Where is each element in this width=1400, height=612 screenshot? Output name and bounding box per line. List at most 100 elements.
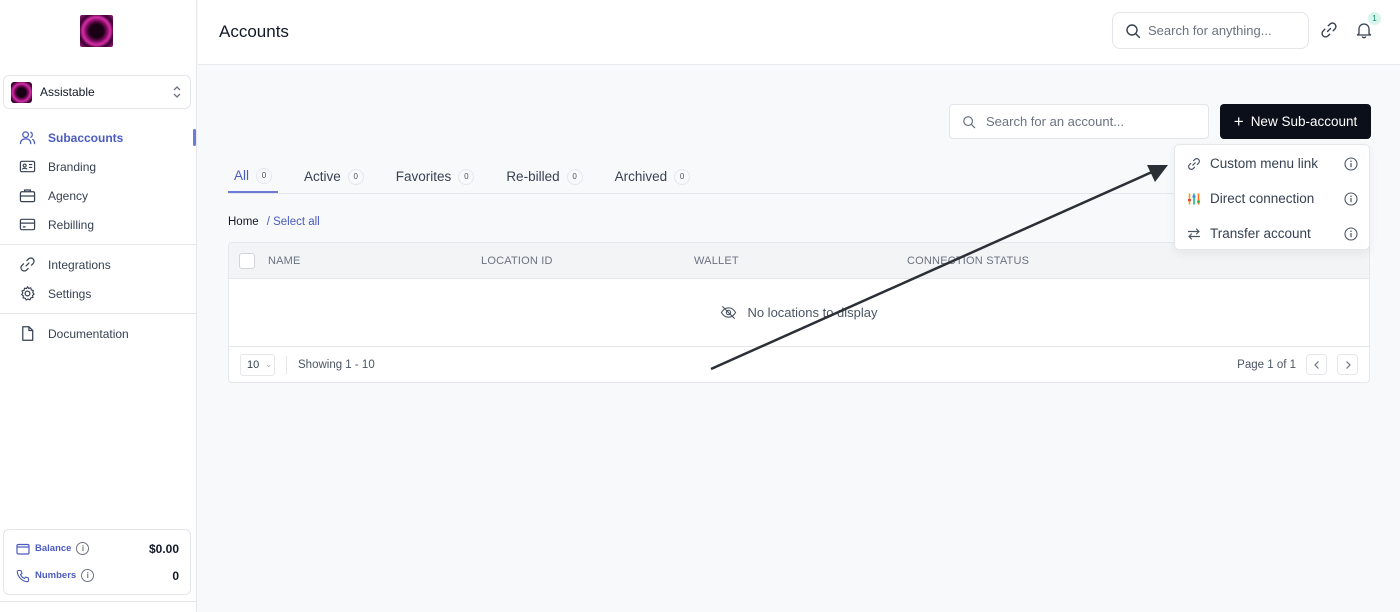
breadcrumb: Home / Select all <box>228 216 320 228</box>
wallet-icon <box>16 543 30 555</box>
select-all-checkbox[interactable] <box>239 252 255 269</box>
tab-count-badge: 0 <box>566 168 583 185</box>
empty-state-text: No locations to display <box>747 305 878 320</box>
menu-item-label: Direct connection <box>1210 191 1315 206</box>
workspace-name: Assistable <box>40 85 95 99</box>
sidebar-item-branding[interactable]: Branding <box>0 152 197 181</box>
numbers-row: Numbers i 0 <box>4 562 190 589</box>
sidebar-item-label: Subaccounts <box>48 130 124 145</box>
phone-icon <box>16 569 30 582</box>
info-icon[interactable] <box>1344 226 1358 241</box>
tab-re-billed[interactable]: Re-billed 0 <box>500 160 588 193</box>
tab-label: Archived <box>614 169 668 184</box>
sidebar-item-label: Settings <box>48 286 92 301</box>
link-icon <box>1188 157 1200 170</box>
gear-icon <box>21 286 35 301</box>
eye-off-icon <box>721 305 737 320</box>
credit-card-icon <box>19 218 36 231</box>
balance-label: Balance <box>35 543 72 554</box>
chevron-right-icon <box>1345 360 1351 369</box>
transfer-arrows-icon <box>1187 227 1201 240</box>
tab-archived[interactable]: Archived 0 <box>609 160 697 193</box>
menu-item-direct-connection[interactable]: Direct connection <box>1175 181 1369 216</box>
link-icon[interactable] <box>1320 21 1338 39</box>
tab-count-badge: 0 <box>674 168 691 185</box>
balance-value: $0.00 <box>148 541 179 556</box>
sidebar-item-agency[interactable]: Agency <box>0 181 197 210</box>
column-header-connection-status[interactable]: CONNECTION STATUS <box>907 255 1029 267</box>
next-page-button[interactable] <box>1337 354 1358 375</box>
link-icon <box>20 257 35 272</box>
tab-count-badge: 0 <box>256 167 273 184</box>
sidebar-nav-main: Subaccounts Branding Agency Rebilling In… <box>0 123 197 348</box>
column-header-location-id[interactable]: LOCATION ID <box>481 255 694 267</box>
chevron-left-icon <box>1313 360 1319 369</box>
menu-item-transfer-account[interactable]: Transfer account <box>1175 216 1369 251</box>
tab-all[interactable]: All 0 <box>228 160 279 193</box>
column-header-name[interactable]: NAME <box>268 255 481 267</box>
info-icon[interactable] <box>1344 156 1358 171</box>
document-icon <box>22 326 34 341</box>
sidebar: Assistable Subaccounts Branding Agency R… <box>0 0 197 612</box>
equalizer-icon <box>1188 193 1200 204</box>
sidebar-item-label: Integrations <box>48 257 111 272</box>
info-icon[interactable] <box>1344 191 1358 206</box>
sidebar-item-label: Agency <box>48 188 89 203</box>
menu-item-label: Transfer account <box>1210 226 1311 241</box>
top-header: Accounts Search for anything... 1 <box>198 0 1400 65</box>
showing-range: Showing 1 - 10 <box>298 358 375 371</box>
chevron-down-icon: ⌄ <box>265 360 272 369</box>
plus-icon: + <box>1233 112 1244 131</box>
sidebar-item-documentation[interactable]: Documentation <box>0 319 197 348</box>
account-search-placeholder: Search for an account... <box>986 114 1125 129</box>
chevron-up-down-icon <box>173 86 181 98</box>
balance-row: Balance i $0.00 <box>4 535 190 562</box>
account-search-input[interactable]: Search for an account... <box>949 104 1209 139</box>
search-icon <box>1126 23 1141 38</box>
tab-count-badge: 0 <box>347 168 364 185</box>
sidebar-divider <box>0 601 197 602</box>
tab-label: All <box>234 168 250 183</box>
search-icon <box>963 115 976 128</box>
tab-label: Favorites <box>395 169 452 184</box>
new-sub-account-label: New Sub-account <box>1250 114 1358 129</box>
breadcrumb-home[interactable]: Home <box>228 216 259 228</box>
new-sub-account-button[interactable]: + New Sub-account <box>1220 104 1371 139</box>
workspace-switcher[interactable]: Assistable <box>3 75 191 109</box>
info-icon[interactable]: i <box>81 569 95 582</box>
balance-panel: Balance i $0.00 Numbers i 0 <box>3 529 191 595</box>
brand-logo[interactable] <box>80 15 113 47</box>
workspace-avatar <box>11 81 32 103</box>
sidebar-item-label: Branding <box>48 159 97 174</box>
id-card-icon <box>19 160 36 173</box>
tab-active[interactable]: Active 0 <box>298 160 370 193</box>
tab-label: Re-billed <box>506 169 560 184</box>
numbers-value: 0 <box>172 568 179 583</box>
page-size-select[interactable]: 10 ⌄ <box>240 353 275 376</box>
search-placeholder: Search for anything... <box>1148 23 1272 38</box>
menu-item-custom-menu-link[interactable]: Custom menu link <box>1175 146 1369 181</box>
numbers-label: Numbers <box>35 570 77 581</box>
briefcase-icon <box>19 189 36 203</box>
info-icon[interactable]: i <box>76 542 90 555</box>
tab-favorites[interactable]: Favorites 0 <box>390 160 481 193</box>
sidebar-item-settings[interactable]: Settings <box>0 279 197 308</box>
sidebar-item-label: Rebilling <box>48 217 95 232</box>
global-search-input[interactable]: Search for anything... <box>1112 12 1309 49</box>
sidebar-item-rebilling[interactable]: Rebilling <box>0 210 197 239</box>
tab-label: Active <box>304 169 341 184</box>
sidebar-item-subaccounts[interactable]: Subaccounts <box>0 123 197 152</box>
prev-page-button[interactable] <box>1306 354 1327 375</box>
column-header-wallet[interactable]: WALLET <box>694 255 907 267</box>
footer-divider <box>286 355 287 374</box>
empty-state: No locations to display <box>229 279 1369 347</box>
notification-badge: 1 <box>1368 12 1381 25</box>
accounts-table: NAME LOCATION ID WALLET CONNECTION STATU… <box>228 242 1370 383</box>
select-all-link[interactable]: / Select all <box>267 216 320 228</box>
sidebar-divider <box>0 313 197 314</box>
sidebar-item-label: Documentation <box>48 326 129 341</box>
page-indicator: Page 1 of 1 <box>1237 358 1296 371</box>
sidebar-item-integrations[interactable]: Integrations <box>0 250 197 279</box>
users-icon <box>19 131 36 145</box>
sidebar-divider <box>0 244 197 245</box>
